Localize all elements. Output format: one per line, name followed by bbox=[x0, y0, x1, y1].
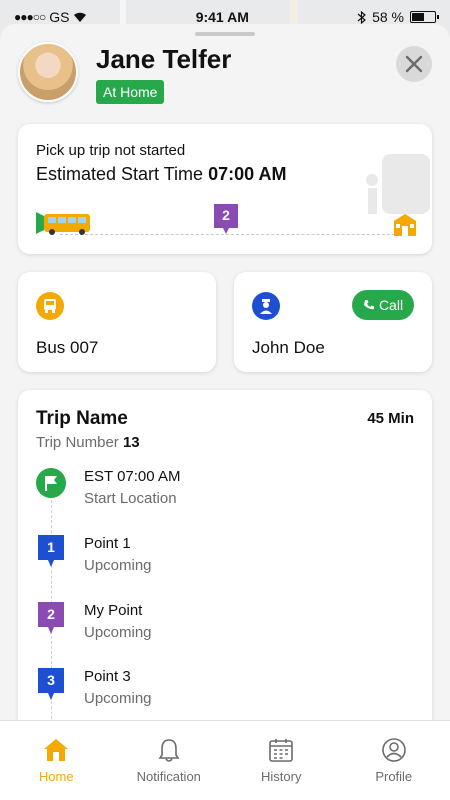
trip-number: Trip Number 13 bbox=[36, 434, 140, 451]
status-right: 58 % bbox=[357, 9, 439, 25]
route-stop-marker: 2 bbox=[214, 204, 238, 234]
stop-pin-icon: 2 bbox=[36, 602, 66, 636]
stop-pin-icon: 3 bbox=[36, 668, 66, 702]
trip-name: Trip Name bbox=[36, 408, 128, 429]
nav-notification[interactable]: Notification bbox=[113, 721, 226, 800]
close-button[interactable] bbox=[396, 46, 432, 82]
nav-label: Profile bbox=[375, 769, 413, 784]
list-item[interactable]: 1 Point 1 Upcoming bbox=[36, 535, 406, 581]
start-flag-icon bbox=[36, 468, 66, 502]
stop-subtitle: Start Location bbox=[84, 490, 177, 507]
bluetooth-icon bbox=[357, 10, 366, 24]
home-icon bbox=[44, 739, 69, 761]
list-item[interactable]: EST 07:00 AM Start Location bbox=[36, 468, 406, 514]
trip-number-value: 13 bbox=[122, 434, 140, 451]
stop-number: 3 bbox=[47, 672, 55, 688]
stop-subtitle: Upcoming bbox=[84, 624, 152, 641]
stop-number: 1 bbox=[47, 539, 55, 555]
trip-status-card: Pick up trip not started Estimated Start… bbox=[18, 124, 432, 254]
status-badge: At Home bbox=[96, 80, 165, 104]
calendar-icon bbox=[269, 739, 294, 762]
phone-icon bbox=[363, 300, 374, 310]
battery-icon bbox=[409, 11, 439, 23]
bell-icon bbox=[158, 739, 180, 762]
status-time: 9:41 AM bbox=[195, 9, 249, 25]
trip-status-message: Pick up trip not started bbox=[36, 142, 186, 159]
stop-number: 2 bbox=[47, 606, 55, 622]
driver-card: Call John Doe bbox=[234, 272, 432, 372]
route-line bbox=[60, 234, 410, 235]
carrier-label: GS bbox=[49, 9, 70, 25]
nav-home[interactable]: Home bbox=[0, 721, 113, 800]
nav-label: Home bbox=[38, 769, 74, 784]
list-item[interactable]: 3 Point 3 Upcoming bbox=[36, 668, 406, 714]
nav-label: History bbox=[261, 769, 302, 784]
carrier-info: ●●●○○ GS bbox=[14, 9, 87, 25]
stop-subtitle: Upcoming bbox=[84, 690, 152, 707]
bus-label: Bus 007 bbox=[36, 338, 99, 357]
student-name: Jane Telfer bbox=[96, 44, 232, 74]
stop-title: EST 07:00 AM bbox=[84, 468, 181, 485]
profile-header: Jane Telfer At Home bbox=[18, 42, 432, 106]
trip-duration: 45 Min bbox=[367, 410, 414, 427]
driver-icon bbox=[252, 292, 280, 320]
call-driver-button[interactable]: Call bbox=[352, 290, 414, 320]
profile-icon bbox=[381, 738, 406, 762]
estimated-start: Estimated Start Time 07:00 AM bbox=[36, 164, 286, 185]
stop-title: My Point bbox=[84, 602, 143, 619]
eta-time: 07:00 AM bbox=[208, 164, 287, 184]
stop-pin-icon: 1 bbox=[36, 535, 66, 569]
route-stop-number: 2 bbox=[222, 207, 230, 223]
signal-icon: ●●●○○ bbox=[14, 10, 46, 24]
bus-card[interactable]: Bus 007 bbox=[18, 272, 216, 372]
nav-label: Notification bbox=[136, 769, 201, 784]
eta-label: Estimated Start Time bbox=[36, 164, 204, 184]
wifi-icon bbox=[74, 12, 87, 22]
call-label: Call bbox=[378, 297, 404, 313]
school-icon bbox=[394, 214, 416, 236]
trip-sheet: Jane Telfer At Home Pick up trip not sta… bbox=[0, 24, 450, 800]
status-bar: ●●●○○ GS 9:41 AM 58 % bbox=[0, 0, 450, 34]
stop-subtitle: Upcoming bbox=[84, 557, 152, 574]
close-icon bbox=[405, 55, 423, 73]
stop-title: Point 3 bbox=[84, 668, 131, 685]
nav-history[interactable]: History bbox=[225, 721, 338, 800]
bus-icon bbox=[36, 292, 64, 320]
driver-name: John Doe bbox=[252, 338, 325, 357]
nav-profile[interactable]: Profile bbox=[338, 721, 450, 800]
list-item[interactable]: 2 My Point Upcoming bbox=[36, 602, 406, 648]
trip-number-label: Trip Number bbox=[36, 434, 119, 451]
bottom-navigation: Home Notification History Profile bbox=[0, 720, 450, 800]
battery-percent: 58 % bbox=[372, 9, 404, 25]
bus-position-icon bbox=[36, 212, 90, 235]
avatar bbox=[18, 42, 78, 102]
stop-title: Point 1 bbox=[84, 535, 131, 552]
